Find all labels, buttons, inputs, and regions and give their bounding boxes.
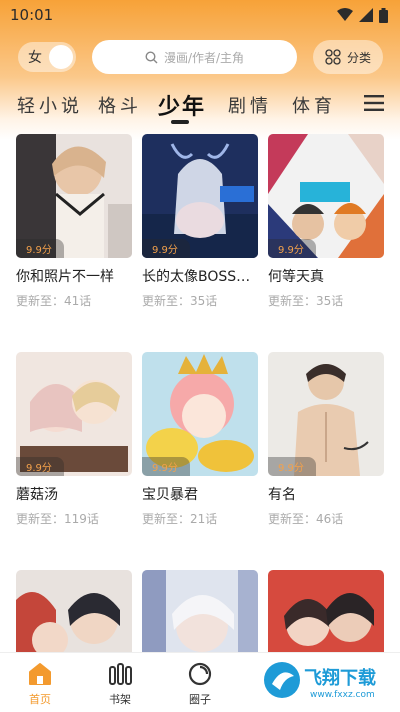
comic-cover[interactable] [268, 570, 384, 654]
comic-update-status: 更新至：35话 [268, 294, 344, 308]
comic-cover[interactable]: 9.9分 [268, 134, 384, 258]
comic-grid: 9.9分 你和照片不一样 更新至：41话 9.9分 长的太像BOSS… 更新至：… [0, 134, 400, 654]
comic-update-status: 更新至：119话 [16, 512, 99, 526]
tab-light-novel[interactable]: 轻小说 [17, 92, 83, 118]
category-label: 分类 [346, 50, 371, 65]
comic-cover[interactable]: 9.9分 [16, 352, 132, 476]
watermark-text: 飞翔下载 [304, 668, 376, 689]
comic-title: 蘑菇汤 [16, 487, 58, 503]
search-input[interactable]: 漫画/作者/主角 [92, 40, 297, 74]
nav-bookshelf[interactable]: 书架 [90, 661, 150, 707]
score-badge: 9.9分 [142, 239, 190, 258]
comic-card[interactable]: 9.9分 有名 更新至：46话 [268, 352, 384, 527]
wifi-icon [337, 8, 353, 21]
comic-card[interactable] [16, 570, 132, 654]
comic-card[interactable] [268, 570, 384, 654]
gender-toggle[interactable]: 女 [18, 42, 76, 72]
comic-update-status: 更新至：35话 [142, 294, 218, 308]
cover-art [142, 570, 258, 654]
comic-update-status: 更新至：21话 [142, 512, 218, 526]
comic-card[interactable]: 9.9分 长的太像BOSS… 更新至：35话 [142, 134, 258, 309]
status-time: 10:01 [10, 6, 54, 24]
comic-cover[interactable] [16, 570, 132, 654]
header-row: 女 漫画/作者/主角 分类 [0, 40, 400, 76]
category-button[interactable]: 分类 [313, 40, 383, 74]
gender-label: 女 [28, 50, 42, 66]
watermark-logo: 飞翔下载 www.fxxz.com [262, 656, 392, 708]
comic-card[interactable]: 9.9分 蘑菇汤 更新至：119话 [16, 352, 132, 527]
tab-fighting[interactable]: 格斗 [98, 92, 142, 118]
nav-circle[interactable]: 圈子 [170, 661, 230, 707]
comic-update-status: 更新至：41话 [16, 294, 92, 308]
watermark-url: www.fxxz.com [310, 690, 375, 700]
status-icons [337, 7, 388, 23]
tab-drama[interactable]: 剧情 [228, 92, 272, 118]
nav-home[interactable]: 首页 [10, 661, 70, 707]
signal-icon [359, 8, 373, 22]
category-grid-icon [325, 49, 341, 65]
score-badge: 9.9分 [142, 457, 190, 476]
search-placeholder: 漫画/作者/主角 [163, 50, 245, 65]
comic-title: 宝贝暴君 [142, 487, 198, 503]
toggle-knob [49, 45, 73, 69]
comic-cover[interactable]: 9.9分 [16, 134, 132, 258]
comic-update-status: 更新至：46话 [268, 512, 344, 526]
nav-label: 书架 [109, 693, 131, 706]
comic-cover[interactable]: 9.9分 [268, 352, 384, 476]
menu-icon[interactable] [364, 95, 384, 111]
home-icon [29, 663, 51, 685]
comic-title: 有名 [268, 487, 296, 503]
cover-art [16, 570, 132, 654]
category-tabs: 轻小说 格斗 少年 剧情 体育 [0, 86, 400, 126]
comic-title: 长的太像BOSS… [142, 269, 251, 285]
nav-label: 首页 [29, 693, 51, 706]
active-tab-indicator [171, 120, 189, 124]
cover-art [268, 570, 384, 654]
score-badge: 9.9分 [16, 457, 64, 476]
bookshelf-icon [109, 663, 132, 685]
status-bar: 10:01 [0, 0, 400, 30]
nav-label: 圈子 [189, 693, 211, 706]
battery-icon [379, 7, 388, 23]
comic-cover[interactable] [142, 570, 258, 654]
comic-cover[interactable]: 9.9分 [142, 134, 258, 258]
comic-card[interactable] [142, 570, 258, 654]
comic-card[interactable]: 9.9分 宝贝暴君 更新至：21话 [142, 352, 258, 527]
comic-card[interactable]: 9.9分 何等天真 更新至：35话 [268, 134, 384, 309]
tab-sports[interactable]: 体育 [292, 92, 336, 118]
score-badge: 9.9分 [268, 239, 316, 258]
comic-title: 何等天真 [268, 269, 324, 285]
comic-cover[interactable]: 9.9分 [142, 352, 258, 476]
circle-icon [188, 662, 212, 686]
watermark-icon [264, 662, 300, 698]
score-badge: 9.9分 [16, 239, 64, 258]
comic-card[interactable]: 9.9分 你和照片不一样 更新至：41话 [16, 134, 132, 309]
comic-title: 你和照片不一样 [16, 269, 114, 285]
score-badge: 9.9分 [268, 457, 316, 476]
search-icon [145, 50, 158, 63]
tab-shounen[interactable]: 少年 [158, 89, 206, 121]
